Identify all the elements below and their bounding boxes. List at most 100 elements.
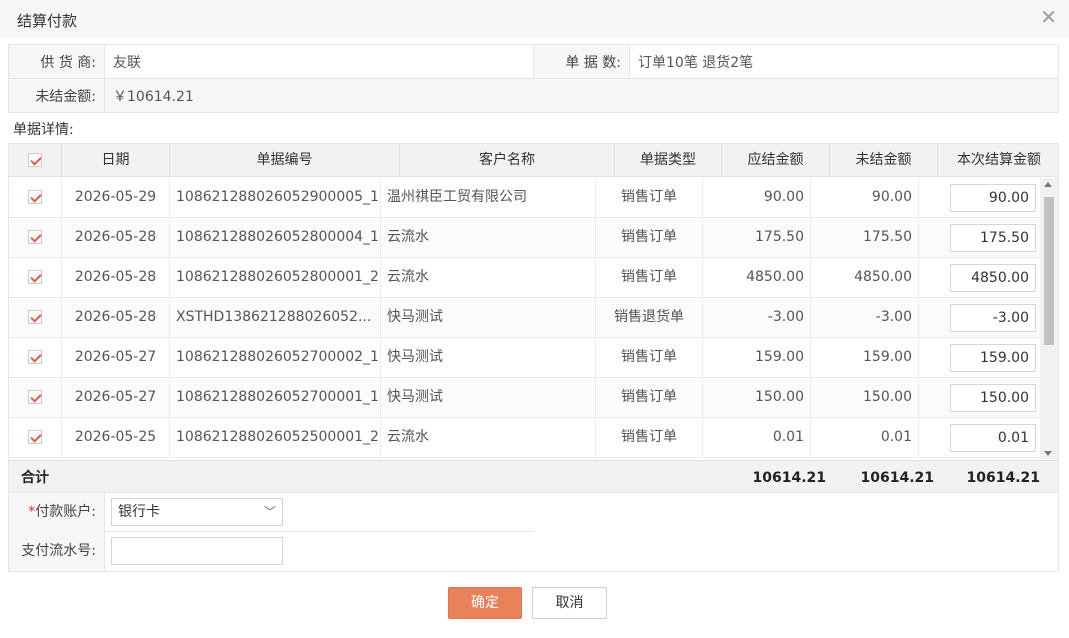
unsettled-label: 未结金额: (8, 78, 105, 113)
supplier-value: 友联 (104, 44, 534, 79)
row-checkbox-icon[interactable] (28, 390, 42, 404)
payment-serial-row: 支付流水号: (9, 532, 534, 571)
info-table: 供 货 商: 友联 单 据 数: 订单10笔 退货2笔 未结金额: ￥10614… (8, 44, 1059, 113)
row-checkbox-icon[interactable] (28, 190, 42, 204)
doc-count-value: 订单10笔 退货2笔 (629, 44, 1059, 79)
grid-header: 日期 单据编号 客户名称 单据类型 应结金额 未结金额 本次结算金额 (9, 144, 1058, 177)
table-row[interactable]: 2026-05-28 108621288026052800004_1 云流水 销售订单… (9, 218, 1042, 258)
cell-customer: 云流水 (381, 258, 596, 298)
cell-customer: 快马测试 (381, 298, 596, 338)
close-icon[interactable]: ✕ (1040, 7, 1057, 27)
cell-date: 2026-05-25 (62, 418, 170, 458)
cell-unsettled: 150.00 (811, 378, 919, 418)
cell-doc-no: 108621288026052700001_1 (170, 378, 381, 418)
total-row: 合计 10614.21 10614.21 10614.21 (9, 460, 1058, 492)
settle-amount-input[interactable]: 4850.00 (950, 264, 1036, 292)
row-checkbox-icon[interactable] (28, 350, 42, 364)
settle-amount-input[interactable]: 150.00 (950, 384, 1036, 412)
row-checkbox[interactable] (9, 258, 62, 298)
grid-body: 2026-05-29 108621288026052900005_1 温州祺臣工贸有… (9, 178, 1042, 460)
confirm-button[interactable]: 确定 (448, 587, 522, 619)
cell-doc-type: 销售订单 (596, 218, 703, 258)
cancel-button[interactable]: 取消 (532, 587, 607, 619)
payment-area: *付款账户: 银行卡 ﹀ 支付流水号: (8, 493, 1059, 572)
table-row[interactable]: 2026-05-27 108621288026052700001_1 快马测试 销售订… (9, 378, 1042, 418)
cell-due: 90.00 (703, 178, 811, 218)
table-row[interactable]: 2026-05-25 108621288026052500001_2 云流水 销售订单… (9, 418, 1042, 458)
row-checkbox-icon[interactable] (28, 310, 42, 324)
cell-unsettled: 175.50 (811, 218, 919, 258)
payment-serial-input[interactable] (111, 537, 283, 565)
table-row[interactable]: 2026-05-29 108621288026052900005_1 温州祺臣工贸有… (9, 178, 1042, 218)
row-checkbox[interactable] (9, 338, 62, 378)
scroll-thumb[interactable] (1044, 197, 1054, 345)
cell-due: 4850.00 (703, 258, 811, 298)
cell-settle: 150.00 (919, 378, 1042, 418)
cell-date: 2026-05-29 (62, 178, 170, 218)
col-settle[interactable]: 本次结算金额 (938, 144, 1058, 177)
row-checkbox-icon[interactable] (28, 230, 42, 244)
settle-amount-input[interactable]: 0.01 (950, 424, 1036, 452)
cell-customer: 温州祺臣工贸有限公司 (381, 178, 596, 218)
doc-count-label: 单 据 数: (533, 44, 630, 79)
unsettled-value: ￥10614.21 (104, 78, 1059, 113)
cell-settle: 175.50 (919, 218, 1042, 258)
cell-due: 150.00 (703, 378, 811, 418)
table-row[interactable]: 2026-05-28 XSTHD138621288026052... 快马测试 销售退… (9, 298, 1042, 338)
col-doc-no[interactable]: 单据编号 (170, 144, 400, 177)
cell-date: 2026-05-27 (62, 338, 170, 378)
cell-unsettled: -3.00 (811, 298, 919, 338)
total-settle: 10614.21 (966, 470, 1040, 486)
row-checkbox[interactable] (9, 178, 62, 218)
cell-settle: 0.01 (919, 418, 1042, 458)
cell-unsettled: 159.00 (811, 338, 919, 378)
col-due[interactable]: 应结金额 (722, 144, 830, 177)
cell-doc-type: 销售退货单 (596, 298, 703, 338)
total-due: 10614.21 (752, 470, 826, 486)
dialog-title: 结算付款 (17, 12, 78, 30)
scroll-down-icon[interactable] (1044, 451, 1052, 456)
col-unsettled[interactable]: 未结金额 (830, 144, 938, 177)
cell-date: 2026-05-28 (62, 258, 170, 298)
payment-account-select[interactable]: 银行卡 ﹀ (111, 498, 283, 526)
cell-date: 2026-05-28 (62, 298, 170, 338)
cell-doc-no: 108621288026052800004_1 (170, 218, 381, 258)
supplier-label: 供 货 商: (8, 44, 105, 79)
cell-due: 175.50 (703, 218, 811, 258)
settle-amount-input[interactable]: 90.00 (950, 184, 1036, 212)
documents-grid: 日期 单据编号 客户名称 单据类型 应结金额 未结金额 本次结算金额 2026-… (8, 143, 1059, 493)
cell-unsettled: 0.01 (811, 418, 919, 458)
payment-serial-label: 支付流水号: (9, 532, 105, 571)
payment-account-value: 银行卡 (118, 504, 160, 520)
row-checkbox[interactable] (9, 378, 62, 418)
cell-due: 159.00 (703, 338, 811, 378)
row-checkbox[interactable] (9, 418, 62, 458)
col-date[interactable]: 日期 (62, 144, 170, 177)
details-label: 单据详情: (13, 122, 74, 138)
cell-doc-type: 销售订单 (596, 338, 703, 378)
row-checkbox[interactable] (9, 298, 62, 338)
settle-amount-input[interactable]: 175.50 (950, 224, 1036, 252)
select-all-checkbox[interactable] (9, 144, 62, 177)
table-row[interactable]: 2026-05-27 108621288026052700002_1 快马测试 销售订… (9, 338, 1042, 378)
cell-doc-no: 108621288026052900005_1 (170, 178, 381, 218)
row-checkbox-icon[interactable] (28, 270, 42, 284)
col-doc-type[interactable]: 单据类型 (615, 144, 722, 177)
payment-account-label-text: 付款账户: (35, 504, 96, 520)
scroll-up-icon[interactable] (1044, 182, 1052, 187)
settle-amount-input[interactable]: -3.00 (950, 304, 1036, 332)
col-customer[interactable]: 客户名称 (400, 144, 615, 177)
grid-scrollbar[interactable] (1040, 178, 1058, 460)
row-checkbox[interactable] (9, 218, 62, 258)
cell-customer: 快马测试 (381, 338, 596, 378)
chevron-down-icon: ﹀ (263, 505, 276, 519)
cell-unsettled: 4850.00 (811, 258, 919, 298)
cell-doc-type: 销售订单 (596, 258, 703, 298)
row-checkbox-icon[interactable] (28, 430, 42, 444)
total-unsettled: 10614.21 (860, 470, 934, 486)
cell-doc-type: 销售订单 (596, 418, 703, 458)
table-row[interactable]: 2026-05-28 108621288026052800001_2 云流水 销售订单… (9, 258, 1042, 298)
settle-amount-input[interactable]: 159.00 (950, 344, 1036, 372)
cell-doc-no: XSTHD138621288026052... (170, 298, 381, 338)
payment-account-label: *付款账户: (9, 493, 105, 532)
